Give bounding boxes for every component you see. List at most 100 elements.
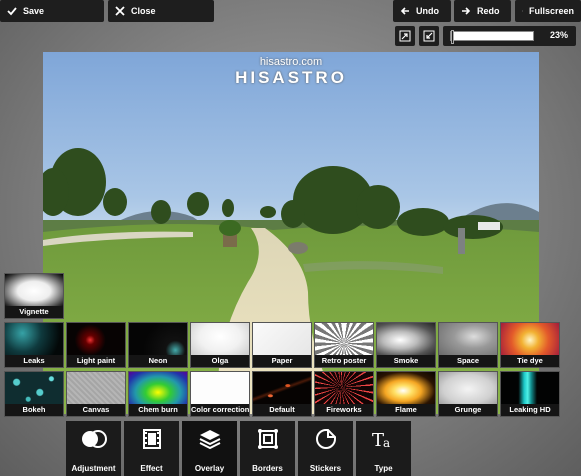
overlay-thumb-space[interactable]: Space (438, 322, 498, 368)
leaks-preview (5, 323, 63, 357)
overlay-thumb-color-correction[interactable]: Color correction (190, 371, 250, 417)
overlay-thumb-retro-poster[interactable]: Retro poster (314, 322, 374, 368)
svg-text:a: a (383, 436, 390, 450)
watermark-url: hisastro.com (259, 56, 323, 68)
overlay-thumb-paper[interactable]: Paper (252, 322, 312, 368)
overlay-thumb-leaking-hd[interactable]: Leaking HD (500, 371, 560, 417)
tool-label: Type (374, 464, 393, 473)
undo-button[interactable]: Undo (393, 0, 451, 22)
overlay-thumb-tie-dye[interactable]: Tie dye (500, 322, 560, 368)
light-paint-preview (67, 323, 125, 357)
overlay-thumb-leaks[interactable]: Leaks (4, 322, 64, 368)
redo-label: Redo (477, 6, 500, 16)
zoom-value: 23% (549, 30, 568, 40)
fireworks-preview (315, 372, 373, 406)
overlay-thumb-olga[interactable]: Olga (190, 322, 250, 368)
close-label: Close (131, 6, 156, 16)
overlay-label: Canvas (67, 404, 125, 416)
save-button[interactable]: Save (0, 0, 104, 22)
tool-borders[interactable]: Borders (240, 421, 295, 476)
overlay-thumb-default[interactable]: Default (252, 371, 312, 417)
leaking-hd-preview (501, 372, 559, 406)
overlay-thumb-vignette[interactable]: Vignette (4, 273, 64, 319)
layers-icon (199, 430, 220, 450)
overlay-label: Space (439, 355, 497, 367)
default-preview (253, 372, 311, 406)
save-label: Save (23, 6, 45, 16)
tool-effect[interactable]: Effect (124, 421, 179, 476)
actual-size-icon (423, 30, 435, 42)
overlay-label: Leaks (5, 355, 63, 367)
overlay-label: Retro poster (315, 355, 373, 367)
canvas-preview (67, 372, 125, 406)
overlay-thumb-fireworks[interactable]: Fireworks (314, 371, 374, 417)
overlay-label: Bokeh (5, 404, 63, 416)
overlay-label: Paper (253, 355, 311, 367)
tool-label: Effect (140, 464, 163, 473)
check-icon (7, 7, 17, 16)
neon-preview (129, 323, 187, 357)
border-frame-icon (257, 429, 278, 449)
overlay-label: Flame (377, 404, 435, 416)
fit-icon (399, 30, 411, 42)
fullscreen-label: Fullscreen (528, 6, 574, 16)
overlay-label: Tie dye (501, 355, 559, 367)
overlay-label: Olga (191, 355, 249, 367)
tool-overlay[interactable]: Overlay (182, 421, 237, 476)
tool-label: Borders (252, 464, 283, 473)
close-button[interactable]: Close (108, 0, 214, 22)
overlay-thumb-bokeh[interactable]: Bokeh (4, 371, 64, 417)
redo-arrow-icon (462, 7, 471, 15)
overlay-thumb-chem-burn[interactable]: Chem burn (128, 371, 188, 417)
overlay-thumb-grunge[interactable]: Grunge (438, 371, 498, 417)
bokeh-preview (5, 372, 63, 406)
redo-button[interactable]: Redo (454, 0, 511, 22)
tool-stickers[interactable]: Stickers (298, 421, 353, 476)
overlay-label: Color correction (191, 404, 250, 416)
overlay-label: Smoke (377, 355, 435, 367)
overlay-label: Chem burn (129, 404, 187, 416)
smoke-preview (377, 323, 435, 357)
sticker-icon (315, 429, 336, 449)
overlay-label: Fireworks (315, 404, 373, 416)
undo-arrow-icon (400, 7, 409, 15)
undo-label: Undo (416, 6, 439, 16)
tool-adjustment[interactable]: Adjustment (66, 421, 121, 476)
tool-type[interactable]: Ta Type (356, 421, 411, 476)
grunge-preview (439, 372, 497, 406)
actual-size-button[interactable] (419, 26, 439, 46)
type-icon: Ta (372, 430, 390, 450)
overlay-thumb-canvas[interactable]: Canvas (66, 371, 126, 417)
close-icon (115, 6, 125, 16)
overlay-label: Leaking HD (501, 404, 559, 416)
overlay-thumb-flame[interactable]: Flame (376, 371, 436, 417)
overlay-label: Vignette (5, 306, 63, 318)
tie-dye-preview (501, 323, 559, 357)
space-preview (439, 323, 497, 357)
overlay-thumb-smoke[interactable]: Smoke (376, 322, 436, 368)
paper-preview (253, 323, 311, 357)
film-icon (142, 429, 161, 449)
flame-preview (377, 372, 435, 406)
olga-preview (191, 323, 249, 357)
overlay-label: Default (253, 404, 311, 416)
chem-burn-preview (129, 372, 187, 406)
zoom-track[interactable] (450, 30, 534, 44)
retro-poster-preview (315, 323, 373, 357)
fullscreen-button[interactable]: Fullscreen (515, 0, 581, 22)
adjustment-icon (81, 430, 107, 448)
overlay-label: Grunge (439, 404, 497, 416)
tool-label: Overlay (194, 464, 225, 473)
overlay-label: Neon (129, 355, 187, 367)
fit-to-screen-button[interactable] (395, 26, 415, 46)
vignette-preview (5, 274, 63, 308)
tool-label: Stickers (309, 464, 342, 473)
tool-label: Adjustment (71, 464, 116, 473)
zoom-slider[interactable]: 23% (443, 26, 576, 46)
overlay-label: Light paint (67, 355, 125, 367)
overlay-thumb-neon[interactable]: Neon (128, 322, 188, 368)
overlay-thumb-light-paint[interactable]: Light paint (66, 322, 126, 368)
color-correction-preview (191, 372, 249, 406)
watermark-logo: HISASTRO (235, 68, 347, 87)
zoom-handle[interactable] (451, 30, 454, 44)
